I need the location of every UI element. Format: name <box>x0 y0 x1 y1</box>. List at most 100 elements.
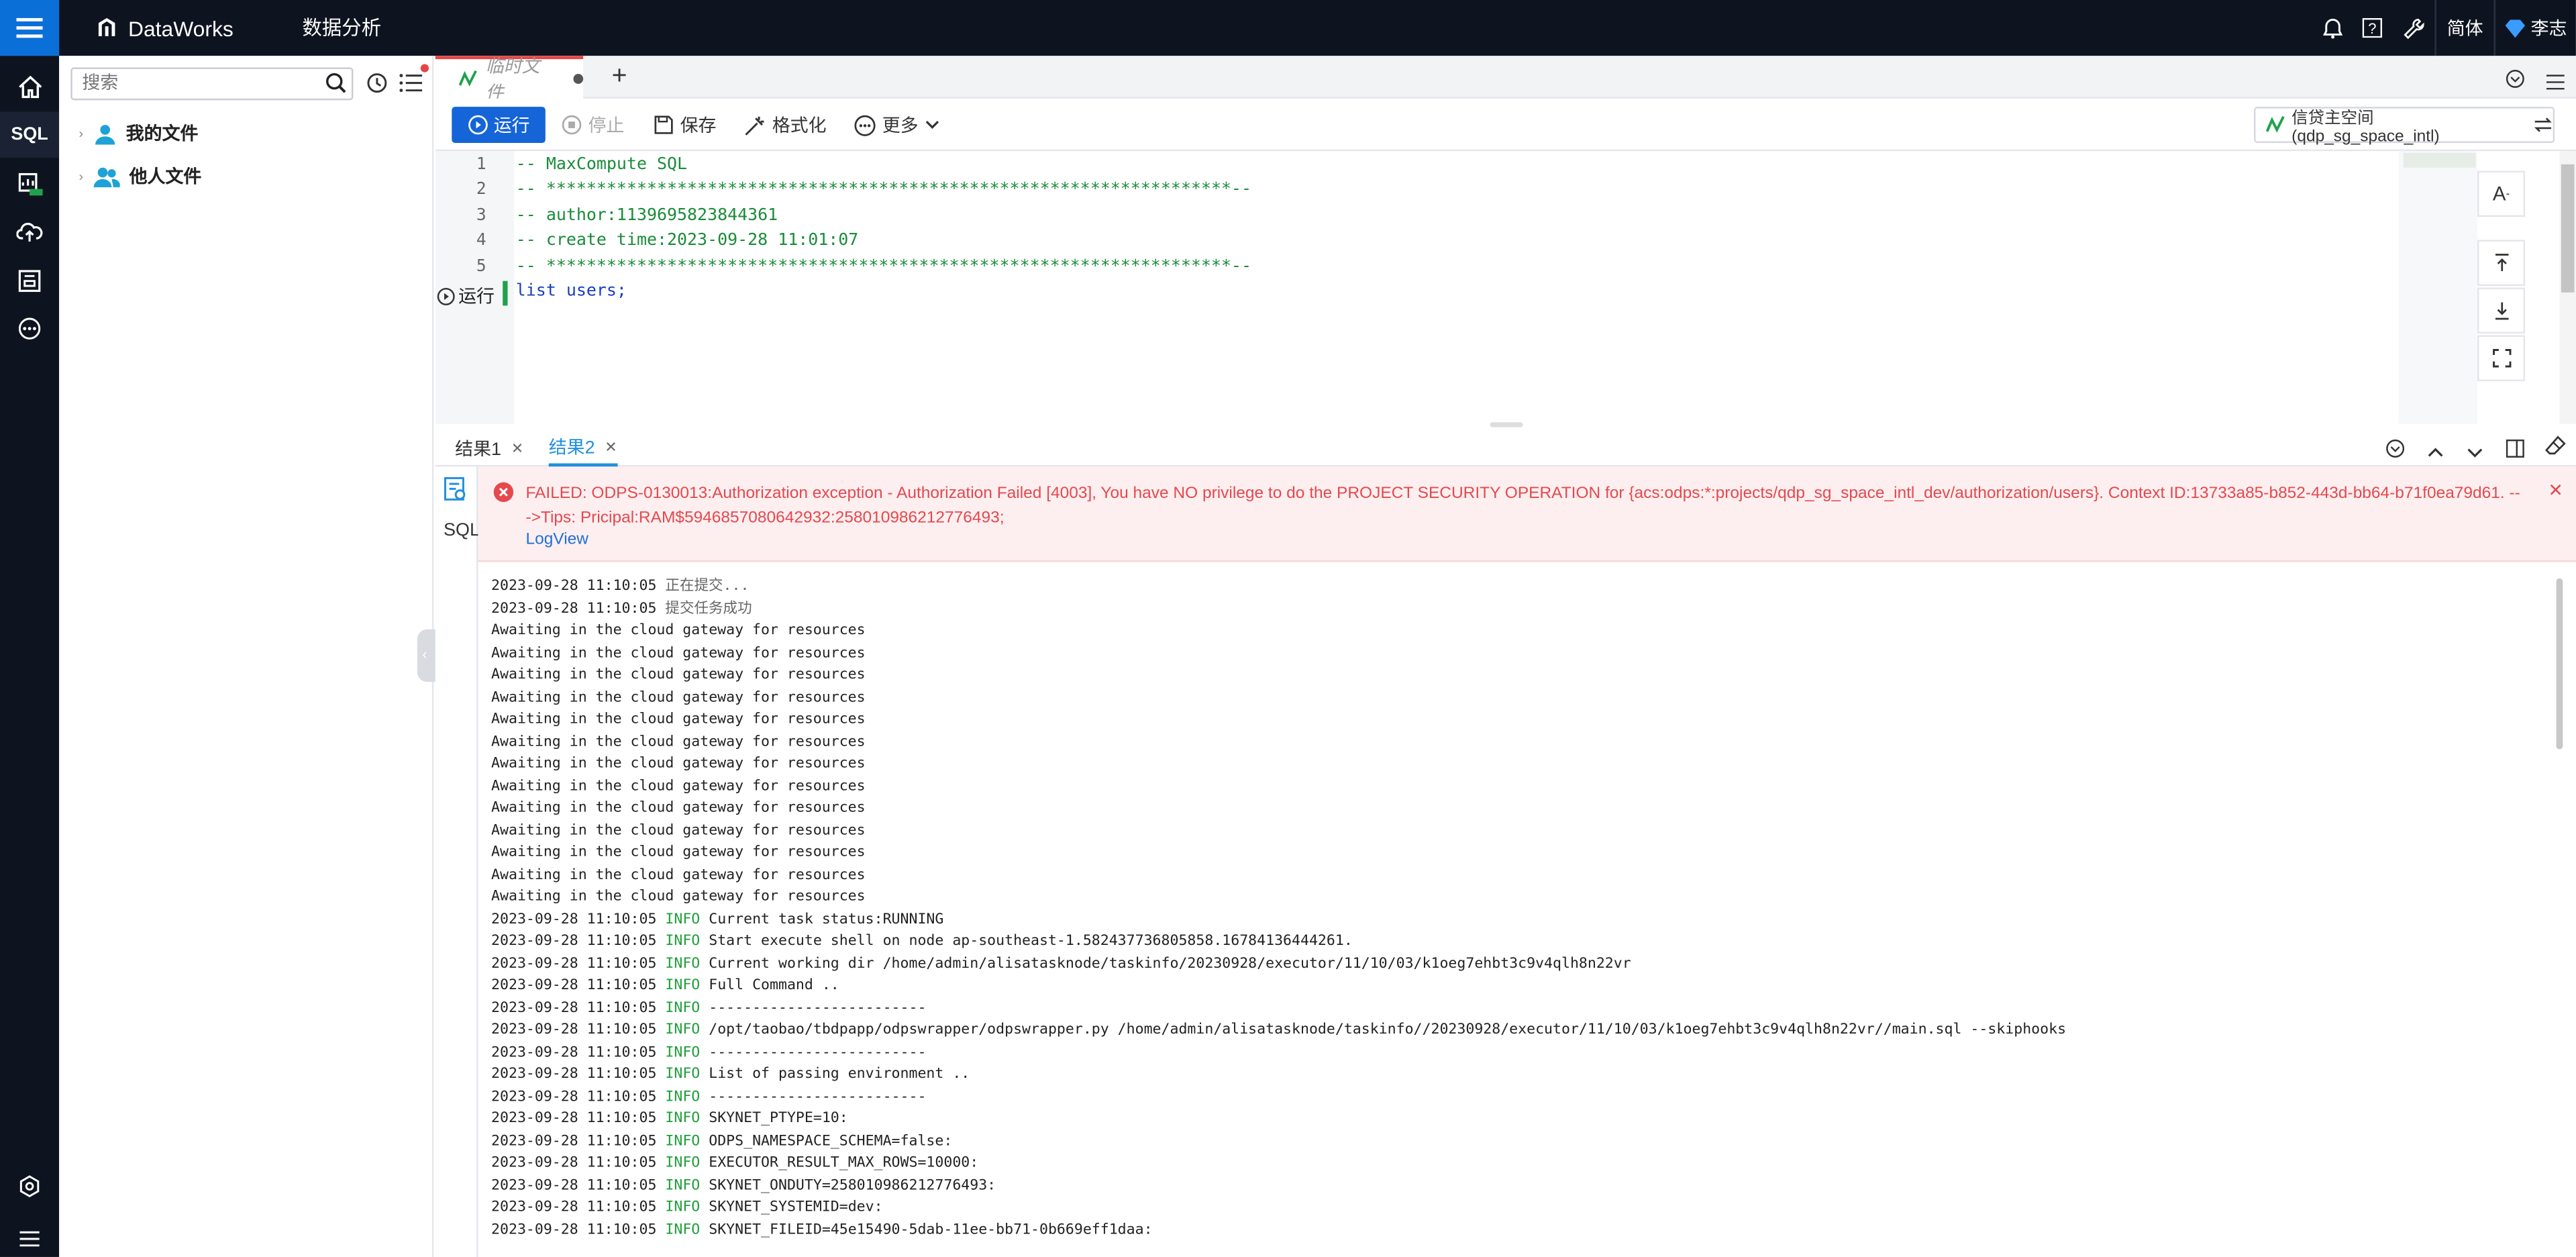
line-number: 2 <box>476 181 486 199</box>
editor-minimap[interactable] <box>2398 151 2478 424</box>
tab-temp-file[interactable]: 临时文件 <box>435 56 584 103</box>
scrollbar-thumb[interactable] <box>2561 164 2575 293</box>
more-icon[interactable] <box>0 305 59 352</box>
chevron-down-circle-icon[interactable] <box>2506 67 2525 97</box>
log-line: 2023-09-28 11:10:05 INFO EXECUTOR_RESULT… <box>491 1154 2544 1176</box>
log-output: 2023-09-28 11:10:05 正在提交... 2023-09-28 11… <box>491 576 2544 1242</box>
line-number: 3 <box>476 207 486 225</box>
code-line: -- author:1139695823844361 <box>515 207 778 225</box>
log-message: Awaiting in the cloud gateway for resour… <box>491 800 866 817</box>
chevron-up-icon[interactable] <box>2426 439 2444 468</box>
collapse-panel-handle[interactable]: ‹ <box>417 629 435 683</box>
close-icon[interactable]: ✕ <box>2548 480 2563 501</box>
search-icon[interactable] <box>325 72 347 102</box>
split-view-icon[interactable] <box>2506 437 2525 466</box>
add-tab-button[interactable]: + <box>603 59 636 95</box>
file-panel <box>59 56 434 1257</box>
log-line: 2023-09-28 11:10:05 INFO Start execute s… <box>491 932 2544 954</box>
align-bottom-icon[interactable] <box>2477 287 2526 334</box>
log-level: INFO <box>665 1044 701 1061</box>
font-size-icon[interactable]: A- <box>2477 170 2526 217</box>
workspace-selector[interactable]: 信贷主空间(qdp_sg_space_intl) <box>2254 107 2555 146</box>
log-message: Awaiting in the cloud gateway for resour… <box>491 778 866 795</box>
stop-button[interactable]: 停止 <box>562 107 624 143</box>
result-tabs <box>435 430 2576 467</box>
log-timestamp: 2023-09-28 11:10:05 <box>491 933 657 950</box>
log-level: INFO <box>665 999 701 1017</box>
log-timestamp: 2023-09-28 11:10:05 <box>491 955 657 972</box>
log-message: ------------------------- <box>709 1044 927 1061</box>
log-message: SKYNET_FILEID=45e15490-5dab-11ee-bb71-0b… <box>709 1221 1153 1238</box>
report-beta-icon[interactable] <box>0 161 59 207</box>
unsaved-dot[interactable] <box>573 74 584 84</box>
format-button[interactable]: 格式化 <box>744 107 826 143</box>
eraser-icon[interactable] <box>2544 436 2566 465</box>
chevron-down-icon[interactable] <box>2466 439 2484 468</box>
chevron-right-icon[interactable]: › <box>79 168 84 183</box>
nav-data-analysis[interactable]: 数据分析 <box>302 0 381 56</box>
log-message: Current task status:RUNNING <box>709 911 944 928</box>
table-icon[interactable] <box>0 258 59 304</box>
list-icon[interactable] <box>399 64 429 102</box>
app-logo[interactable]: DataWorks <box>95 0 234 56</box>
menu-icon[interactable] <box>0 0 60 56</box>
resize-handle[interactable] <box>1490 422 1523 428</box>
log-line: 2023-09-28 11:10:05 INFO /opt/taobao/tbd… <box>491 1020 2544 1042</box>
user-icon <box>95 123 115 144</box>
log-message: Awaiting in the cloud gateway for resour… <box>491 734 866 750</box>
history-icon[interactable] <box>366 72 388 102</box>
tab-label: 结果2 <box>548 438 595 459</box>
tree-item-others-files[interactable]: › 他人文件 <box>79 162 201 189</box>
log-line: Awaiting in the cloud gateway for resour… <box>491 799 2544 821</box>
help-icon[interactable]: ? <box>2353 0 2392 56</box>
log-message: Awaiting in the cloud gateway for resour… <box>491 711 866 728</box>
log-message: Full Command .. <box>709 977 839 995</box>
align-top-icon[interactable] <box>2477 240 2526 287</box>
code-line: -- create time:2023-09-28 11:01:07 <box>515 232 859 250</box>
log-timestamp: 2023-09-28 11:10:05 <box>491 1021 657 1039</box>
log-timestamp: 2023-09-28 11:10:05 <box>491 1221 657 1238</box>
fullscreen-icon[interactable] <box>2477 335 2526 382</box>
chevron-down-circle-icon[interactable] <box>2385 437 2405 466</box>
tree-item-my-files[interactable]: › 我的文件 <box>79 120 198 146</box>
bell-icon[interactable] <box>2313 0 2353 56</box>
log-message: Awaiting in the cloud gateway for resour… <box>491 689 866 706</box>
home-icon[interactable] <box>0 64 59 110</box>
run-button[interactable]: 运行 <box>452 107 546 144</box>
log-line: Awaiting in the cloud gateway for resour… <box>491 710 2544 732</box>
settings-icon[interactable] <box>0 1163 59 1209</box>
log-message: Awaiting in the cloud gateway for resour… <box>491 756 866 772</box>
log-level: INFO <box>665 1111 701 1127</box>
save-button[interactable]: 保存 <box>654 107 716 143</box>
log-message: SKYNET_PTYPE=10: <box>709 1111 848 1127</box>
log-line: 2023-09-28 11:10:05 INFO ---------------… <box>491 1042 2544 1064</box>
sql-icon[interactable]: SQL <box>0 111 60 158</box>
wrench-icon[interactable] <box>2392 0 2435 56</box>
language-switch[interactable]: 简体 <box>2434 0 2493 56</box>
result-list-icon[interactable] <box>442 476 468 511</box>
chevron-right-icon[interactable]: › <box>79 125 84 140</box>
run-label: 运行 <box>493 116 530 137</box>
user-menu[interactable]: 李志 <box>2493 0 2576 56</box>
chevron-down-icon <box>925 121 939 129</box>
tab-result-2[interactable]: 结果2 ✕ <box>548 430 617 467</box>
log-message: 正在提交... <box>665 578 750 595</box>
log-line: 2023-09-28 11:10:05 INFO Full Command .. <box>491 976 2544 998</box>
logview-link[interactable]: LogView <box>525 531 588 549</box>
log-scrollbar[interactable] <box>2556 578 2563 750</box>
collapse-menu-icon[interactable] <box>0 1216 59 1257</box>
editor-scrollbar[interactable] <box>2559 151 2576 424</box>
log-level: INFO <box>665 1221 701 1238</box>
log-line: Awaiting in the cloud gateway for resour… <box>491 688 2544 710</box>
search-input[interactable] <box>70 67 354 101</box>
close-icon[interactable]: ✕ <box>605 438 617 456</box>
more-button[interactable]: 更多 <box>854 107 939 143</box>
tabs-menu-icon[interactable] <box>2546 69 2565 99</box>
cloud-upload-icon[interactable] <box>0 209 59 255</box>
log-level: INFO <box>665 1133 701 1150</box>
close-icon[interactable]: ✕ <box>511 440 523 458</box>
sql-tab-label[interactable]: SQL <box>444 521 480 540</box>
inline-run-button[interactable]: 运行 <box>437 283 495 309</box>
tab-result-1[interactable]: 结果1 ✕ <box>455 430 523 466</box>
log-level: INFO <box>665 1199 701 1216</box>
